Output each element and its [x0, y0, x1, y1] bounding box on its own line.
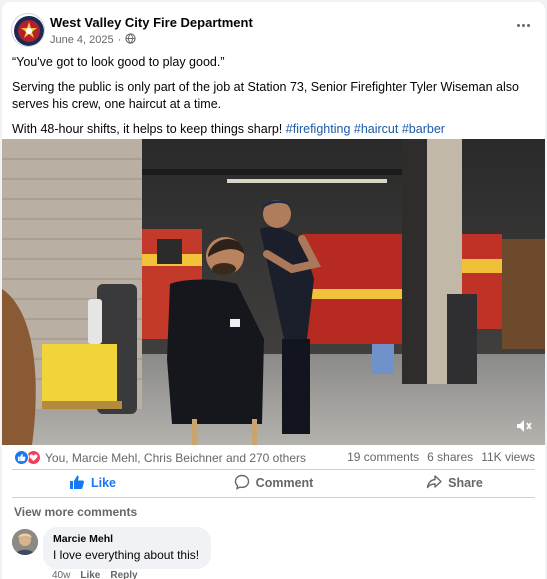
caption-paragraph: Serving the public is only part of the j…: [12, 80, 519, 111]
comment-meta: 40w Like Reply: [52, 570, 138, 579]
view-more-comments-link[interactable]: View more comments: [14, 505, 137, 519]
post-card: West Valley City Fire Department June 4,…: [2, 2, 545, 579]
meta-separator: ·: [117, 34, 122, 46]
comment-reply-button[interactable]: Reply: [110, 570, 137, 579]
caption-closing: With 48-hour shifts, it helps to keep th…: [12, 122, 283, 136]
action-bar: Like Comment Share: [2, 470, 545, 496]
commenter-avatar[interactable]: [12, 529, 38, 555]
comment-bubble-icon: [234, 474, 250, 493]
caption-closing-line: With 48-hour shifts, it helps to keep th…: [12, 121, 537, 138]
globe-icon: [125, 33, 136, 47]
share-arrow-icon: [426, 474, 442, 493]
post-caption: “You've got to look good to play good.” …: [12, 54, 537, 146]
like-label: Like: [90, 476, 116, 490]
hashtag-barber[interactable]: #barber: [402, 122, 445, 136]
comments-count[interactable]: 19 comments: [347, 450, 419, 464]
share-button[interactable]: Share: [364, 470, 545, 496]
post-header: West Valley City Fire Department June 4,…: [2, 2, 545, 48]
post-stats: You, Marcie Mehl, Chris Beichner and 270…: [2, 450, 545, 468]
share-label: Share: [448, 476, 483, 490]
views-count: 11K views: [481, 450, 535, 464]
post-meta: June 4, 2025 ·: [50, 33, 136, 47]
comment-label: Comment: [255, 476, 314, 490]
hashtag-haircut[interactable]: #haircut: [354, 122, 398, 136]
caption-quote: “You've got to look good to play good.”: [12, 55, 225, 69]
divider: [12, 497, 535, 498]
reactors-text[interactable]: You, Marcie Mehl, Chris Beichner and 270…: [45, 451, 306, 465]
thumbs-up-icon: [69, 474, 85, 493]
post-video[interactable]: [2, 139, 545, 445]
comment-time[interactable]: 40w: [52, 570, 70, 579]
page-avatar[interactable]: [11, 13, 45, 47]
like-icon: [14, 450, 29, 465]
comment-author[interactable]: Marcie Mehl: [53, 533, 199, 545]
comment-text: I love everything about this!: [53, 548, 200, 562]
reaction-summary[interactable]: You, Marcie Mehl, Chris Beichner and 270…: [14, 450, 306, 465]
page-name[interactable]: West Valley City Fire Department: [50, 15, 253, 30]
video-frame: [2, 139, 545, 445]
more-options-button[interactable]: [513, 18, 533, 32]
muted-speaker-icon[interactable]: [515, 417, 533, 435]
more-options-icon: [516, 23, 520, 27]
comment-button[interactable]: Comment: [183, 470, 364, 496]
engagement-counts: 19 comments 6 shares 11K views: [347, 450, 535, 464]
comment-bubble: Marcie Mehl I love everything about this…: [43, 527, 212, 569]
like-button[interactable]: Like: [2, 470, 183, 496]
comment-like-button[interactable]: Like: [80, 570, 100, 579]
hashtag-firefighting[interactable]: #firefighting: [286, 122, 351, 136]
shares-count[interactable]: 6 shares: [427, 450, 473, 464]
post-date[interactable]: June 4, 2025: [50, 34, 114, 46]
